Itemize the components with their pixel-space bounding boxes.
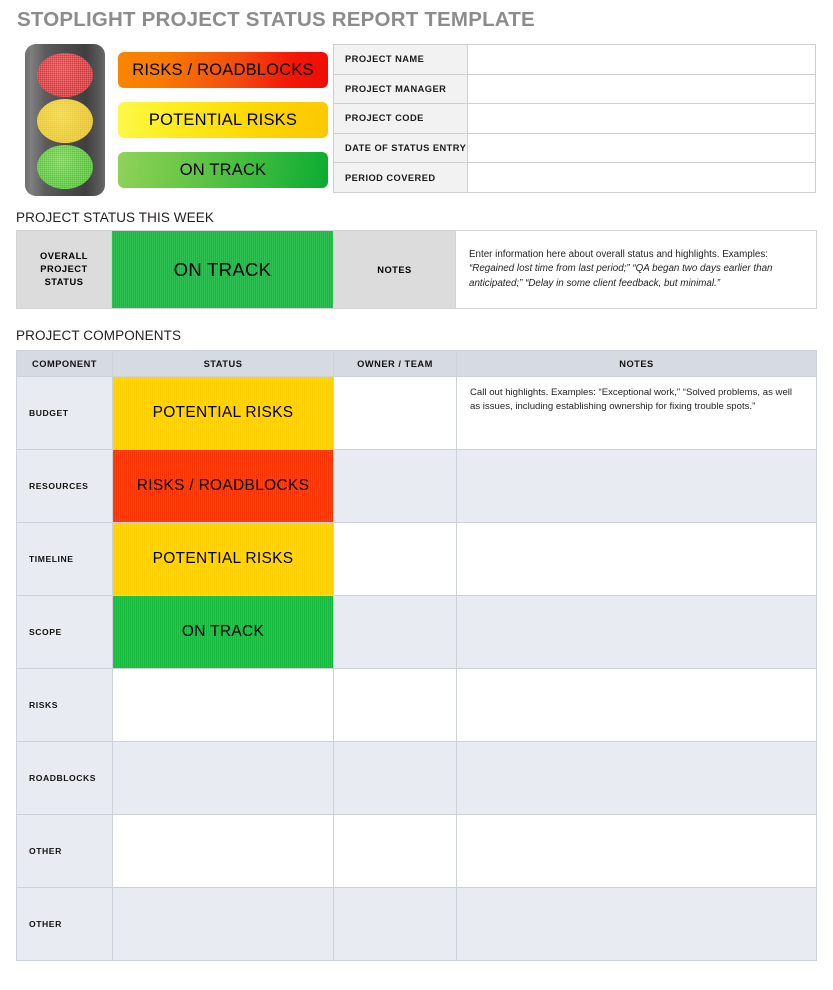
project-components-table: COMPONENT STATUS OWNER / TEAM NOTES BUDG…: [16, 350, 817, 961]
date-of-status-entry-field[interactable]: [467, 132, 816, 164]
notes-cell-other-1[interactable]: [456, 814, 817, 888]
component-name-budget: BUDGET: [16, 376, 113, 450]
project-manager-field[interactable]: [467, 73, 816, 105]
overall-notes-italic: “Regained lost time from last period;” “…: [469, 263, 773, 289]
legend-label-on-track: ON TRACK: [179, 160, 267, 179]
green-lamp-icon: [37, 145, 93, 189]
component-name-other-2: OTHER: [16, 887, 113, 961]
table-row: OVERALL PROJECT STATUS ON TRACK NOTES En…: [16, 230, 817, 309]
table-row: DATE OF STATUS ENTRY: [333, 132, 816, 164]
owner-cell-other-1[interactable]: [333, 814, 457, 888]
column-header-component: COMPONENT: [16, 350, 113, 377]
column-header-owner-team: OWNER / TEAM: [333, 350, 457, 377]
table-row: RESOURCES RISKS / ROADBLOCKS: [16, 449, 817, 523]
status-value-budget: POTENTIAL RISKS: [152, 404, 294, 421]
legend-bar-risks-roadblocks: RISKS / ROADBLOCKS: [118, 52, 328, 88]
status-value-scope: ON TRACK: [181, 623, 265, 640]
table-row: TIMELINE POTENTIAL RISKS: [16, 522, 817, 596]
overall-status-value-cell[interactable]: ON TRACK: [111, 230, 334, 309]
notes-cell-scope[interactable]: [456, 595, 817, 669]
red-lamp-icon: [37, 53, 93, 97]
owner-cell-scope[interactable]: [333, 595, 457, 669]
overall-status-value: ON TRACK: [173, 258, 272, 280]
owner-cell-roadblocks[interactable]: [333, 741, 457, 815]
notes-cell-risks[interactable]: [456, 668, 817, 742]
stoplight-graphic: [25, 44, 105, 196]
period-covered-field[interactable]: [467, 162, 816, 193]
notes-cell-roadblocks[interactable]: [456, 741, 817, 815]
overall-label-line-1: OVERALL: [40, 251, 88, 261]
component-name-roadblocks: ROADBLOCKS: [16, 741, 113, 815]
overall-notes-field[interactable]: Enter information here about overall sta…: [455, 230, 817, 309]
overall-label-line-2: PROJECT: [40, 264, 88, 274]
table-row: OTHER: [16, 887, 817, 961]
status-cell-other-1[interactable]: [112, 814, 334, 888]
status-cell-risks[interactable]: [112, 668, 334, 742]
owner-cell-timeline[interactable]: [333, 522, 457, 596]
status-cell-timeline[interactable]: POTENTIAL RISKS: [112, 522, 334, 596]
notes-cell-other-2[interactable]: [456, 887, 817, 961]
project-info-table: PROJECT NAME PROJECT MANAGER PROJECT COD…: [333, 44, 816, 193]
status-cell-budget[interactable]: POTENTIAL RISKS: [112, 376, 334, 450]
status-cell-resources[interactable]: RISKS / ROADBLOCKS: [112, 449, 334, 523]
overall-notes-plain: Enter information here about overall sta…: [469, 248, 768, 260]
status-value-timeline: POTENTIAL RISKS: [152, 550, 294, 567]
legend-label-potential-risks: POTENTIAL RISKS: [148, 110, 298, 129]
stoplight-status-report-page: STOPLIGHT PROJECT STATUS REPORT TEMPLATE…: [0, 0, 833, 990]
component-name-risks: RISKS: [16, 668, 113, 742]
table-row: PROJECT NAME: [333, 44, 816, 75]
column-header-notes: NOTES: [456, 350, 817, 377]
legend-label-risks-roadblocks: RISKS / ROADBLOCKS: [132, 60, 314, 79]
section-heading-project-status-this-week: PROJECT STATUS THIS WEEK: [16, 210, 214, 225]
page-title: STOPLIGHT PROJECT STATUS REPORT TEMPLATE: [17, 8, 535, 31]
table-row: ROADBLOCKS: [16, 741, 817, 815]
table-row: SCOPE ON TRACK: [16, 595, 817, 669]
owner-cell-other-2[interactable]: [333, 887, 457, 961]
project-code-label: PROJECT CODE: [333, 103, 468, 134]
overall-status-table: OVERALL PROJECT STATUS ON TRACK NOTES En…: [16, 230, 817, 309]
column-header-status: STATUS: [112, 350, 334, 377]
overall-project-status-label: OVERALL PROJECT STATUS: [16, 230, 112, 309]
component-name-resources: RESOURCES: [16, 449, 113, 523]
table-header-row: COMPONENT STATUS OWNER / TEAM NOTES: [16, 350, 817, 377]
table-row: BUDGET POTENTIAL RISKS Call out highligh…: [16, 376, 817, 450]
owner-cell-risks[interactable]: [333, 668, 457, 742]
notes-cell-timeline[interactable]: [456, 522, 817, 596]
date-of-status-entry-label: DATE OF STATUS ENTRY: [333, 132, 468, 164]
project-code-field[interactable]: [467, 103, 816, 134]
overall-label-line-3: STATUS: [44, 277, 84, 287]
status-cell-scope[interactable]: ON TRACK: [112, 595, 334, 669]
table-row: OTHER: [16, 814, 817, 888]
owner-cell-resources[interactable]: [333, 449, 457, 523]
component-name-scope: SCOPE: [16, 595, 113, 669]
period-covered-label: PERIOD COVERED: [333, 162, 468, 193]
project-name-label: PROJECT NAME: [333, 44, 468, 75]
status-cell-roadblocks[interactable]: [112, 741, 334, 815]
project-name-field[interactable]: [467, 44, 816, 75]
table-row: PROJECT MANAGER: [333, 73, 816, 105]
status-cell-other-2[interactable]: [112, 887, 334, 961]
table-row: RISKS: [16, 668, 817, 742]
legend-bar-potential-risks: POTENTIAL RISKS: [118, 102, 328, 138]
notes-cell-budget[interactable]: Call out highlights. Examples: “Exceptio…: [456, 376, 817, 450]
table-row: PROJECT CODE: [333, 103, 816, 134]
overall-notes-label: NOTES: [333, 230, 456, 309]
owner-cell-budget[interactable]: [333, 376, 457, 450]
notes-cell-resources[interactable]: [456, 449, 817, 523]
table-row: PERIOD COVERED: [333, 162, 816, 193]
component-name-other-1: OTHER: [16, 814, 113, 888]
section-heading-project-components: PROJECT COMPONENTS: [16, 328, 182, 343]
status-value-resources: RISKS / ROADBLOCKS: [136, 477, 310, 494]
project-manager-label: PROJECT MANAGER: [333, 73, 468, 105]
yellow-lamp-icon: [37, 99, 93, 143]
component-name-timeline: TIMELINE: [16, 522, 113, 596]
status-legend: RISKS / ROADBLOCKS POTENTIAL RISKS ON TR…: [118, 52, 328, 188]
legend-bar-on-track: ON TRACK: [118, 152, 328, 188]
